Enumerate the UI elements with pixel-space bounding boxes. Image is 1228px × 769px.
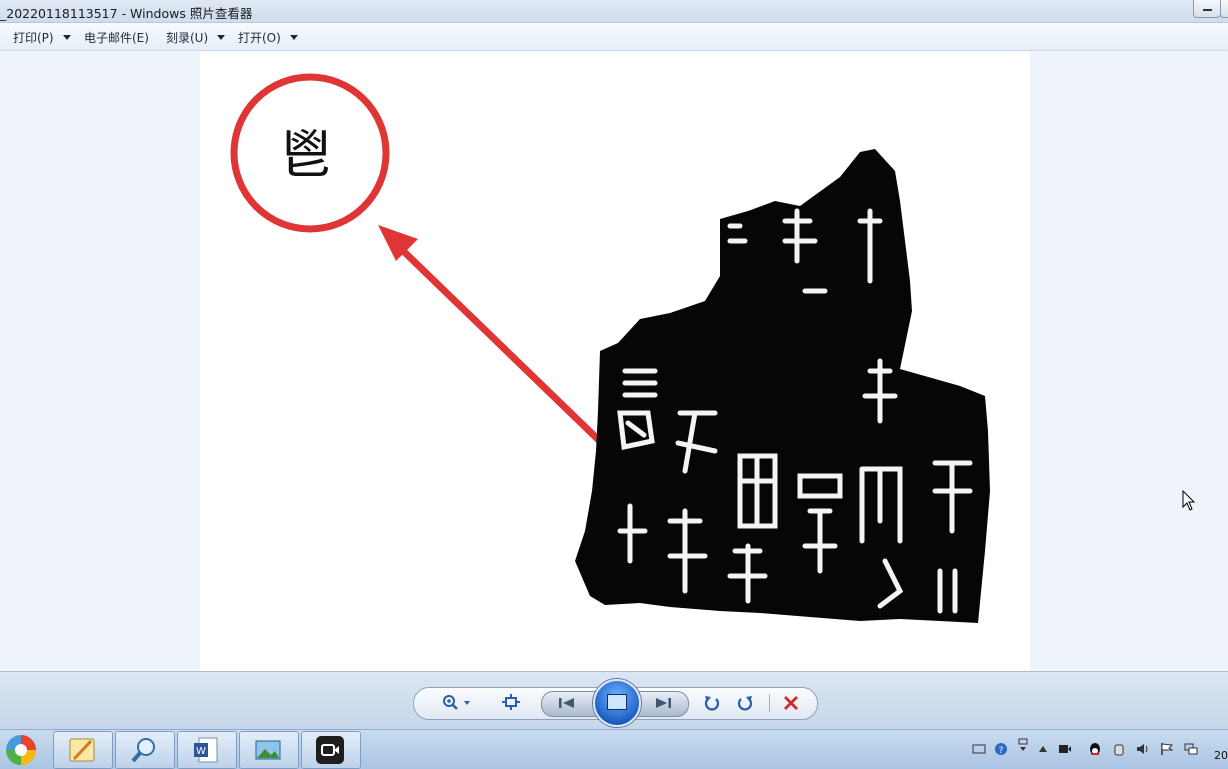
previous-icon[interactable] [558, 697, 576, 709]
help-icon[interactable]: ? [994, 742, 1008, 756]
viewer-control-bar [0, 671, 1228, 730]
menu-burn[interactable]: 刻录(U) [166, 29, 226, 46]
menu-print-label: 打印(P) [13, 31, 54, 45]
taskbar-word-app[interactable]: W [177, 731, 237, 769]
action-center-flag-icon[interactable] [1160, 742, 1174, 756]
clock[interactable]: 20 [1214, 749, 1228, 762]
menu-email-label: 电子邮件(E) [84, 31, 149, 45]
menu-burn-label: 刻录(U) [166, 31, 209, 45]
minimize-icon [1203, 9, 1212, 11]
taskbar-pen-app[interactable] [53, 731, 113, 769]
title-bar: _20220118113517 - Windows 照片查看器 [0, 0, 1228, 23]
delete-icon[interactable] [783, 695, 799, 711]
hand-tray-icon[interactable] [1112, 742, 1126, 756]
menu-open-label: 打开(O) [238, 31, 281, 45]
pointer-arrow-shaft [391, 239, 614, 455]
menu-open[interactable]: 打开(O) [238, 29, 298, 46]
control-separator [769, 694, 770, 712]
menu-email[interactable]: 电子邮件(E) [84, 29, 149, 46]
volume-icon[interactable] [1136, 742, 1150, 756]
next-icon[interactable] [654, 697, 672, 709]
window-title: _20220118113517 - Windows 照片查看器 [0, 6, 253, 21]
svg-text:?: ? [999, 746, 1004, 756]
taskbar: W ? 20 [0, 729, 1228, 769]
menu-print[interactable]: 打印(P) [13, 29, 71, 46]
camera-tray-icon[interactable] [1058, 742, 1072, 756]
taskbar-magnifier-app[interactable] [115, 731, 175, 769]
svg-text:W: W [196, 746, 206, 757]
chevron-down-icon [62, 35, 71, 40]
rotate-clockwise-icon[interactable] [736, 694, 754, 712]
taskbar-video-app[interactable] [301, 731, 361, 769]
start-orb-icon[interactable] [4, 733, 38, 767]
taskbar-photo-viewer-app[interactable] [239, 731, 299, 769]
slideshow-icon [607, 694, 627, 710]
magnifier-app-icon [131, 738, 155, 763]
pen-app-icon [69, 738, 95, 762]
fit-window-icon[interactable] [502, 694, 520, 710]
maximize-button[interactable] [1220, 0, 1228, 18]
photo-viewer-app-icon [255, 740, 281, 760]
chevron-down-icon [217, 35, 226, 40]
rotate-counterclockwise-icon[interactable] [703, 694, 721, 712]
video-app-icon [316, 736, 344, 764]
word-app-icon: W [194, 737, 218, 763]
photo-image: 鬯 [230, 73, 990, 623]
minimize-button[interactable] [1193, 0, 1221, 18]
tray-options-icon[interactable] [1016, 738, 1030, 752]
zoom-icon[interactable] [442, 694, 472, 712]
network-icon[interactable] [1184, 742, 1198, 756]
bronze-inscription-rubbing [575, 149, 990, 623]
qq-icon[interactable] [1088, 742, 1102, 756]
image-viewer-area[interactable]: 鬯 [0, 51, 1228, 671]
photo-canvas: 鬯 [200, 51, 1030, 671]
show-hidden-icons-icon[interactable] [1036, 742, 1050, 756]
highlighted-character: 鬯 [280, 126, 332, 186]
mouse-cursor-icon [1182, 490, 1196, 511]
menu-bar: 打印(P) 电子邮件(E) 刻录(U) 打开(O) [0, 23, 1228, 51]
chevron-down-icon [289, 35, 298, 40]
keyboard-icon[interactable] [972, 742, 986, 756]
slideshow-button[interactable] [593, 679, 641, 727]
